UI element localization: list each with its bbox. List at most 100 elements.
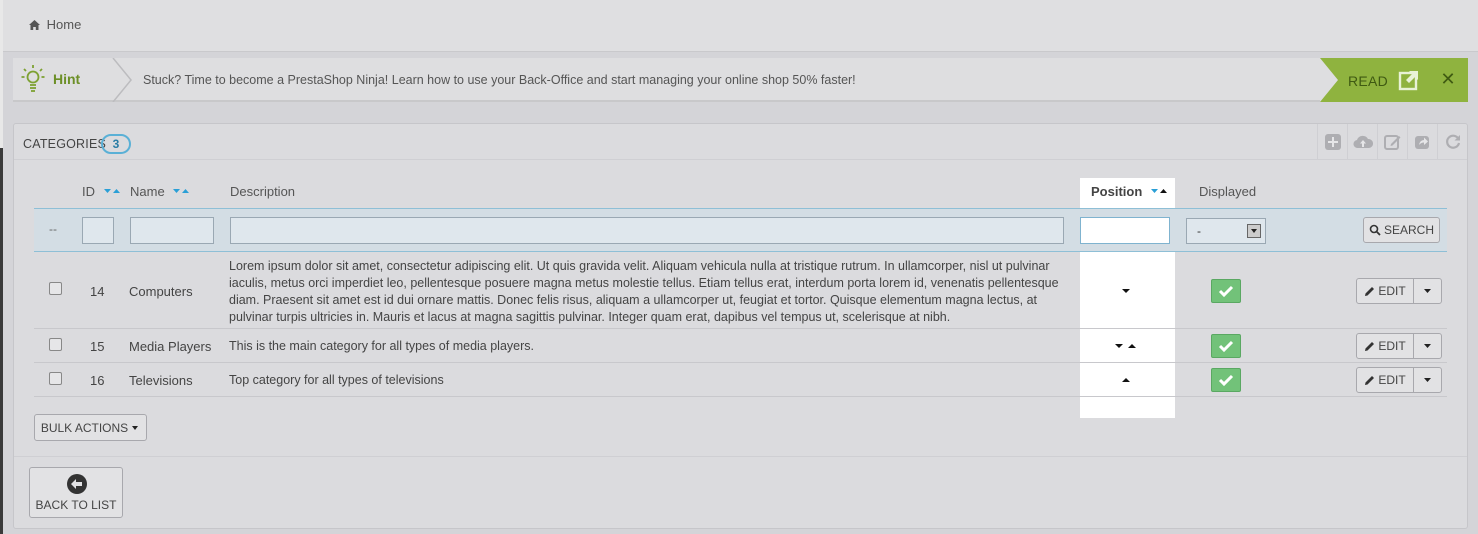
pencil-icon — [1365, 375, 1375, 385]
filter-name-input[interactable] — [130, 217, 214, 244]
hint-bar: Hint Stuck? Time to become a PrestaShop … — [13, 58, 1468, 102]
back-arrow-icon — [67, 474, 87, 494]
row-checkbox[interactable] — [49, 282, 62, 295]
breadcrumb-home-link[interactable]: Home — [47, 17, 82, 32]
row-name: Computers — [129, 284, 193, 299]
filter-displayed-select[interactable]: - — [1186, 218, 1266, 244]
caret-down-icon — [1424, 378, 1431, 382]
header-name-label: Name — [130, 184, 165, 199]
row-description: Top category for all types of television… — [229, 373, 444, 387]
filter-id-input[interactable] — [82, 217, 114, 244]
edit-button-group: EDIT — [1356, 367, 1442, 393]
read-button[interactable]: READ ✕ — [1320, 58, 1468, 102]
edit-button[interactable]: EDIT — [1356, 333, 1414, 359]
header-displayed: Displayed — [1199, 184, 1256, 199]
home-icon — [29, 20, 40, 30]
table-row[interactable]: 15 Media Players This is the main catego… — [34, 329, 1447, 363]
add-new-button[interactable] — [1317, 124, 1347, 160]
hint-title: Hint — [53, 71, 81, 87]
pencil-icon — [1365, 341, 1375, 351]
caret-down-icon — [1424, 289, 1431, 293]
header-name[interactable]: Name — [130, 184, 191, 199]
displayed-toggle[interactable] — [1211, 334, 1241, 358]
row-description: Lorem ipsum dolor sit amet, consectetur … — [229, 259, 1059, 324]
sql-query-button[interactable] — [1377, 124, 1407, 160]
refresh-icon — [1445, 134, 1460, 149]
displayed-toggle[interactable] — [1211, 279, 1241, 303]
export-button[interactable] — [1407, 124, 1437, 160]
count-badge: 3 — [101, 134, 131, 154]
edit-label: EDIT — [1378, 284, 1406, 298]
check-icon — [1218, 340, 1234, 353]
check-icon — [1218, 285, 1234, 298]
read-label: READ — [1348, 73, 1389, 89]
add-icon — [1324, 134, 1341, 150]
export-icon — [1415, 136, 1429, 149]
edit-dropdown-toggle[interactable] — [1413, 333, 1442, 359]
caret-down-icon — [132, 425, 139, 430]
header-id-label: ID — [82, 184, 95, 199]
edit-button[interactable]: EDIT — [1356, 367, 1414, 393]
row-name: Televisions — [129, 373, 193, 388]
footer-divider — [14, 456, 1467, 457]
hint-text: Stuck? Time to become a PrestaShop Ninja… — [143, 73, 856, 87]
displayed-toggle[interactable] — [1211, 368, 1241, 392]
hint-separator — [112, 58, 132, 102]
search-button[interactable]: SEARCH — [1363, 217, 1440, 243]
panel-header: CATEGORIES 3 — [14, 124, 1467, 160]
row-id: 15 — [90, 339, 105, 354]
check-icon — [1218, 374, 1234, 387]
filter-description-input[interactable] — [230, 217, 1064, 244]
close-hint-icon[interactable]: ✕ — [1438, 68, 1458, 90]
sort-arrows-icon[interactable] — [1149, 186, 1169, 196]
sort-arrows-icon[interactable] — [102, 186, 122, 196]
header-description: Description — [230, 184, 295, 199]
row-checkbox[interactable] — [49, 372, 62, 385]
edit-dropdown-toggle[interactable] — [1413, 367, 1442, 393]
pencil-icon — [1365, 286, 1375, 296]
breadcrumb: Home — [3, 0, 1478, 52]
external-link-icon[interactable] — [1398, 69, 1420, 91]
import-button[interactable] — [1347, 124, 1377, 160]
edit-label: EDIT — [1378, 373, 1406, 387]
row-id: 16 — [90, 373, 105, 388]
search-icon — [1369, 224, 1381, 236]
edit-button[interactable]: EDIT — [1356, 278, 1414, 304]
row-name: Media Players — [129, 339, 212, 354]
filter-dash: -- — [49, 222, 57, 236]
search-label: SEARCH — [1383, 223, 1434, 237]
row-description: This is the main category for all types … — [229, 339, 534, 353]
bulk-actions-button[interactable]: BULK ACTIONS — [34, 414, 147, 441]
move-down-icon[interactable] — [1115, 286, 1137, 296]
edit-sql-icon — [1384, 135, 1401, 150]
edit-button-group: EDIT — [1356, 278, 1442, 304]
table-row[interactable]: 16 Televisions Top category for all type… — [34, 363, 1447, 397]
header-position[interactable]: Position — [1091, 184, 1169, 199]
row-id: 14 — [90, 284, 105, 299]
sort-arrows-icon[interactable] — [171, 186, 191, 196]
move-up-icon[interactable] — [1121, 341, 1143, 351]
filter-position-input[interactable] — [1080, 217, 1170, 244]
filter-row: -- - SEARCH — [34, 208, 1447, 252]
header-position-label: Position — [1091, 184, 1143, 199]
panel-title: CATEGORIES — [23, 137, 107, 151]
refresh-button[interactable] — [1437, 124, 1467, 160]
caret-down-icon — [1424, 344, 1431, 348]
cloud-upload-icon — [1353, 135, 1373, 149]
bulk-actions-label: BULK ACTIONS — [40, 420, 129, 435]
header-id[interactable]: ID — [82, 184, 122, 199]
panel-toolbar — [1317, 124, 1467, 160]
read-notch — [1320, 58, 1338, 102]
back-to-list-button[interactable]: BACK TO LIST — [29, 467, 123, 518]
row-checkbox[interactable] — [49, 338, 62, 351]
back-to-list-label: BACK TO LIST — [35, 498, 117, 512]
lightbulb-icon — [21, 65, 45, 92]
select-arrow-icon — [1247, 224, 1261, 238]
edit-label: EDIT — [1378, 339, 1406, 353]
filter-displayed-value: - — [1197, 224, 1201, 238]
table-row[interactable]: 14 Computers Lorem ipsum dolor sit amet,… — [34, 253, 1447, 329]
header-displayed-label: Displayed — [1199, 184, 1257, 199]
move-up-icon[interactable] — [1115, 375, 1137, 385]
edit-dropdown-toggle[interactable] — [1413, 278, 1442, 304]
categories-panel: CATEGORIES 3 ID Name Description Positio… — [13, 123, 1468, 529]
